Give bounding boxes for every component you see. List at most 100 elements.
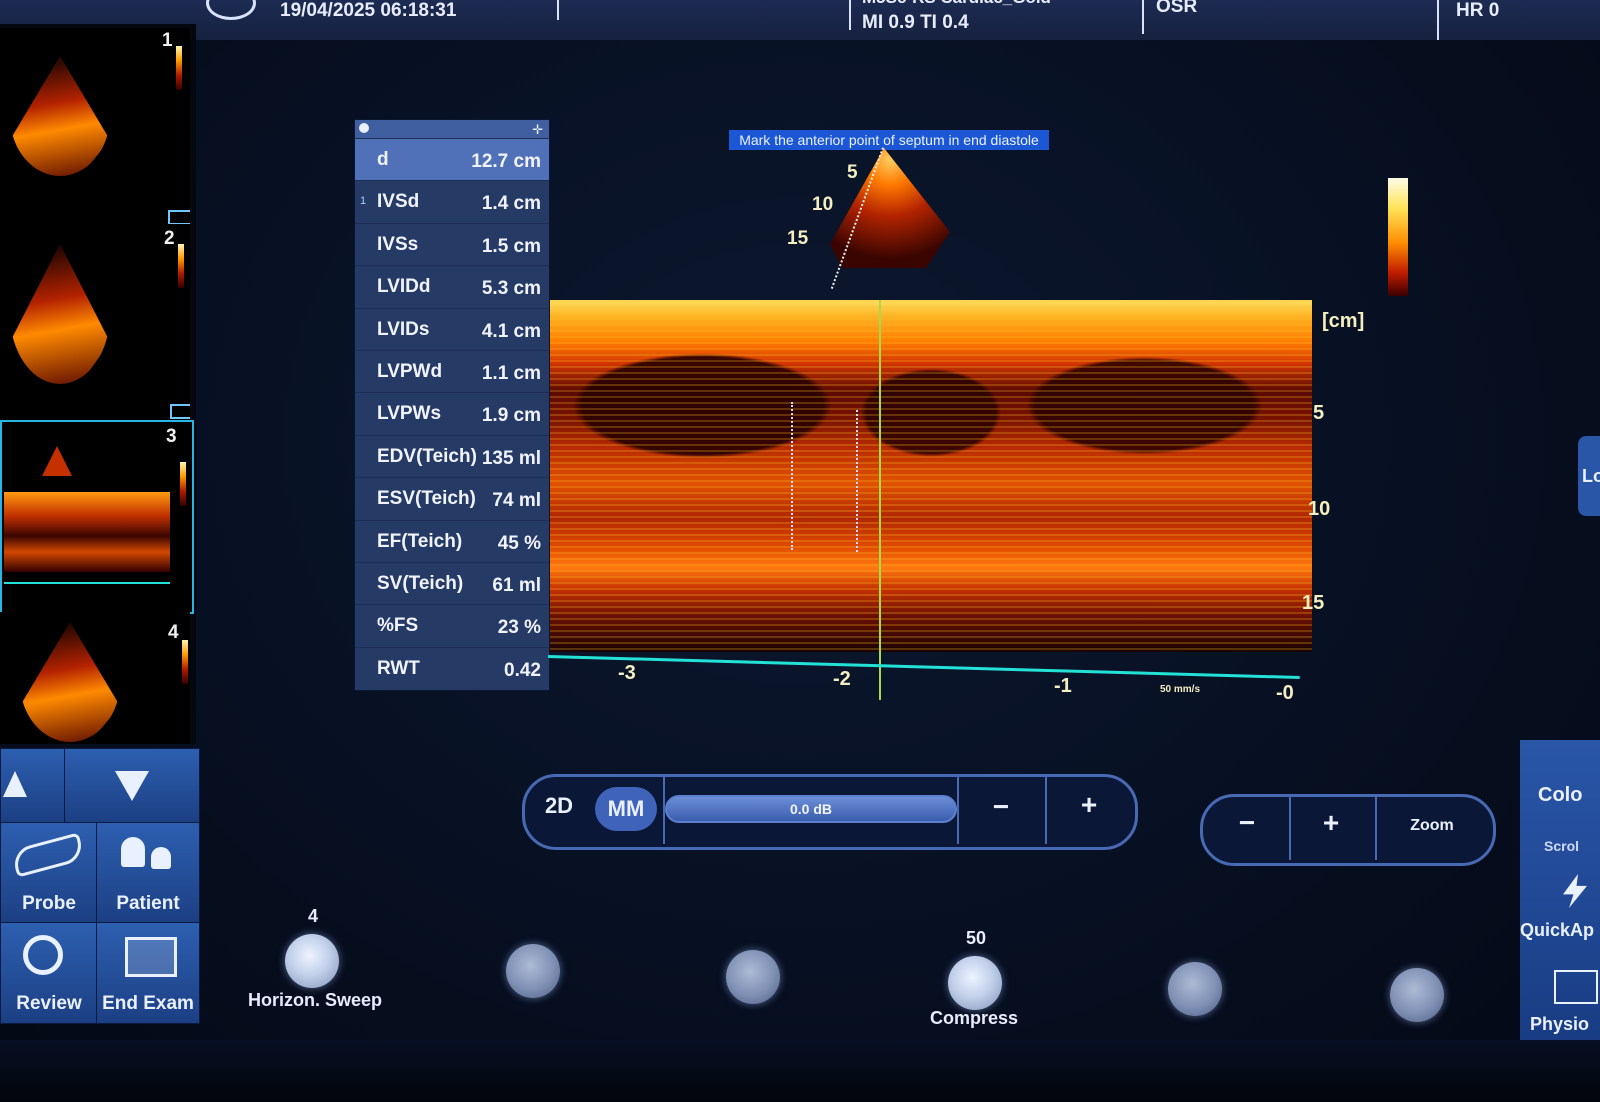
horizon-sweep-label: Horizon. Sweep: [248, 990, 383, 1010]
thumbnail-number: 4: [168, 622, 179, 643]
divider: [1375, 794, 1377, 860]
end-exam-button[interactable]: End Exam: [96, 922, 200, 1024]
thumbnail-3-selected[interactable]: 3: [0, 420, 194, 614]
depth-tick-15: 15: [1302, 592, 1325, 614]
time-axis: [547, 655, 1300, 679]
patient-icon-small: [151, 847, 171, 869]
measurement-row[interactable]: LVPWs 1.9 cm: [355, 392, 549, 436]
measurement-row[interactable]: LVPWd 1.1 cm: [355, 350, 549, 393]
zoom-plus-button[interactable]: +: [1303, 807, 1359, 839]
zoom-control: − + Zoom: [1200, 794, 1496, 866]
measurement-row[interactable]: LVIDd 5.3 cm: [355, 265, 549, 309]
sweep-speed: 50 mm/s: [1160, 684, 1201, 695]
lo-button[interactable]: Lo: [1578, 436, 1600, 516]
cine-icon: [168, 210, 190, 224]
probe-label: Probe: [22, 893, 76, 914]
gain-slider[interactable]: 0.0 dB: [665, 795, 957, 823]
scroll-label: Scrol: [1544, 838, 1580, 854]
measurement-row[interactable]: 1 IVSd 1.4 cm: [355, 180, 549, 224]
ge-logo-icon: [206, 0, 256, 20]
measurement-row[interactable]: ESV(Teich) 74 ml: [355, 477, 549, 521]
compress-value: 50: [965, 928, 987, 948]
gray-scale-bar: [182, 640, 188, 684]
quickapps-icon: [1563, 874, 1587, 908]
zoom-label: Zoom: [1410, 817, 1454, 834]
color-button[interactable]: Colo: [1538, 784, 1582, 807]
monitor-bezel: [0, 1040, 1600, 1102]
measurement-row[interactable]: %FS 23 %: [355, 604, 549, 648]
zoom-minus-button[interactable]: −: [1219, 807, 1275, 839]
operator-id: OSR: [1156, 0, 1198, 17]
divider: [557, 0, 559, 20]
thumbnail-4[interactable]: 4: [0, 612, 190, 744]
measurement-row[interactable]: SV(Teich) 61 ml: [355, 562, 549, 605]
horizon-sweep-knob[interactable]: [285, 934, 339, 988]
review-button[interactable]: Review: [0, 922, 98, 1024]
divider: [1289, 794, 1291, 860]
measurement-row[interactable]: RWT 0.42: [355, 646, 549, 690]
measurement-value: 74 ml: [492, 490, 541, 512]
panel-header: ✛: [355, 120, 549, 138]
soft-knob-2[interactable]: [506, 944, 560, 998]
scroll-up-button[interactable]: [0, 748, 66, 824]
measurement-name: IVSs: [377, 233, 419, 255]
measurement-name: EF(Teich): [377, 530, 463, 552]
caliper-diastole[interactable]: [791, 402, 793, 550]
thumbnail-sector: [42, 446, 72, 476]
gain-plus-button[interactable]: +: [1061, 789, 1117, 821]
measurement-name: LVIDd: [377, 276, 431, 298]
preset-label: M5Sc-RS Cardiac_Gold: [862, 0, 1051, 8]
thumbnail-image: [10, 56, 110, 176]
mode-gain-control: 2D MM 0.0 dB − +: [522, 774, 1138, 850]
measurement-value: 45 %: [497, 532, 541, 554]
divider: [849, 0, 851, 30]
measurement-results-panel: ✛ d 12.7 cm 1 IVSd 1.4 cm IVSs 1.5 cm LVIDd 5.3 …: [355, 120, 549, 690]
measurement-value: 5.3 cm: [481, 278, 541, 300]
color-scale-bar: [1388, 178, 1408, 296]
measurement-row[interactable]: LVIDs 4.1 cm: [355, 307, 549, 351]
measurement-value: 1.5 cm: [481, 235, 541, 257]
thumbnail-1[interactable]: 1 3: [0, 28, 190, 224]
sector-depth-15: 15: [787, 228, 809, 249]
depth-tick-10: 10: [1308, 498, 1331, 520]
collapse-icon[interactable]: [359, 123, 369, 133]
probe-icon: [10, 832, 86, 878]
arrow-down-icon: [115, 771, 149, 801]
mode-2d-button[interactable]: 2D: [539, 793, 579, 819]
time-tick-minus1: -1: [1054, 675, 1072, 697]
gray-scale-bar: [176, 46, 182, 90]
sector-depth-5: 5: [847, 162, 858, 183]
soft-knob-6[interactable]: [1390, 968, 1444, 1022]
measurement-value: 1.9 cm: [481, 405, 541, 427]
measurement-row[interactable]: EDV(Teich) 135 ml: [355, 434, 549, 478]
thumbnail-axis: [4, 582, 170, 584]
gain-minus-button[interactable]: −: [973, 791, 1029, 823]
measurement-name: LVPWd: [377, 361, 443, 382]
measurement-value: 4.1 cm: [481, 320, 541, 342]
move-icon[interactable]: ✛: [532, 122, 543, 138]
gray-scale-bar: [180, 462, 186, 506]
scroll-down-button[interactable]: [64, 748, 200, 824]
thumbnail-2[interactable]: 2: [0, 224, 190, 420]
physio-icon: [1554, 970, 1598, 1004]
right-function-strip: Colo Scrol QuickAp Physio: [1520, 740, 1600, 1070]
patient-button[interactable]: Patient: [96, 822, 200, 924]
physio-button[interactable]: Physio: [1530, 1014, 1589, 1035]
mode-mm-button[interactable]: MM: [595, 787, 657, 831]
caliper-systole[interactable]: [856, 410, 858, 552]
compress-knob[interactable]: [948, 956, 1002, 1010]
soft-knob-3[interactable]: [726, 950, 780, 1004]
probe-button[interactable]: Probe: [0, 822, 98, 924]
measurement-name: LVIDs: [377, 318, 430, 340]
quickapps-button[interactable]: QuickAp: [1520, 920, 1594, 941]
patient-label: Patient: [116, 893, 180, 914]
soft-knob-5[interactable]: [1168, 962, 1222, 1016]
measurement-row[interactable]: IVSs 1.5 cm: [355, 222, 549, 266]
measurement-row[interactable]: d 12.7 cm: [355, 138, 549, 181]
time-cursor[interactable]: [879, 300, 881, 700]
image-clipboard: 1 3 2 3 4: [0, 24, 196, 744]
measurement-value: 12.7 cm: [471, 151, 541, 172]
measurement-name: RWT: [377, 657, 420, 679]
arrow-up-icon: [3, 771, 27, 797]
measurement-row[interactable]: EF(Teich) 45 %: [355, 519, 549, 563]
